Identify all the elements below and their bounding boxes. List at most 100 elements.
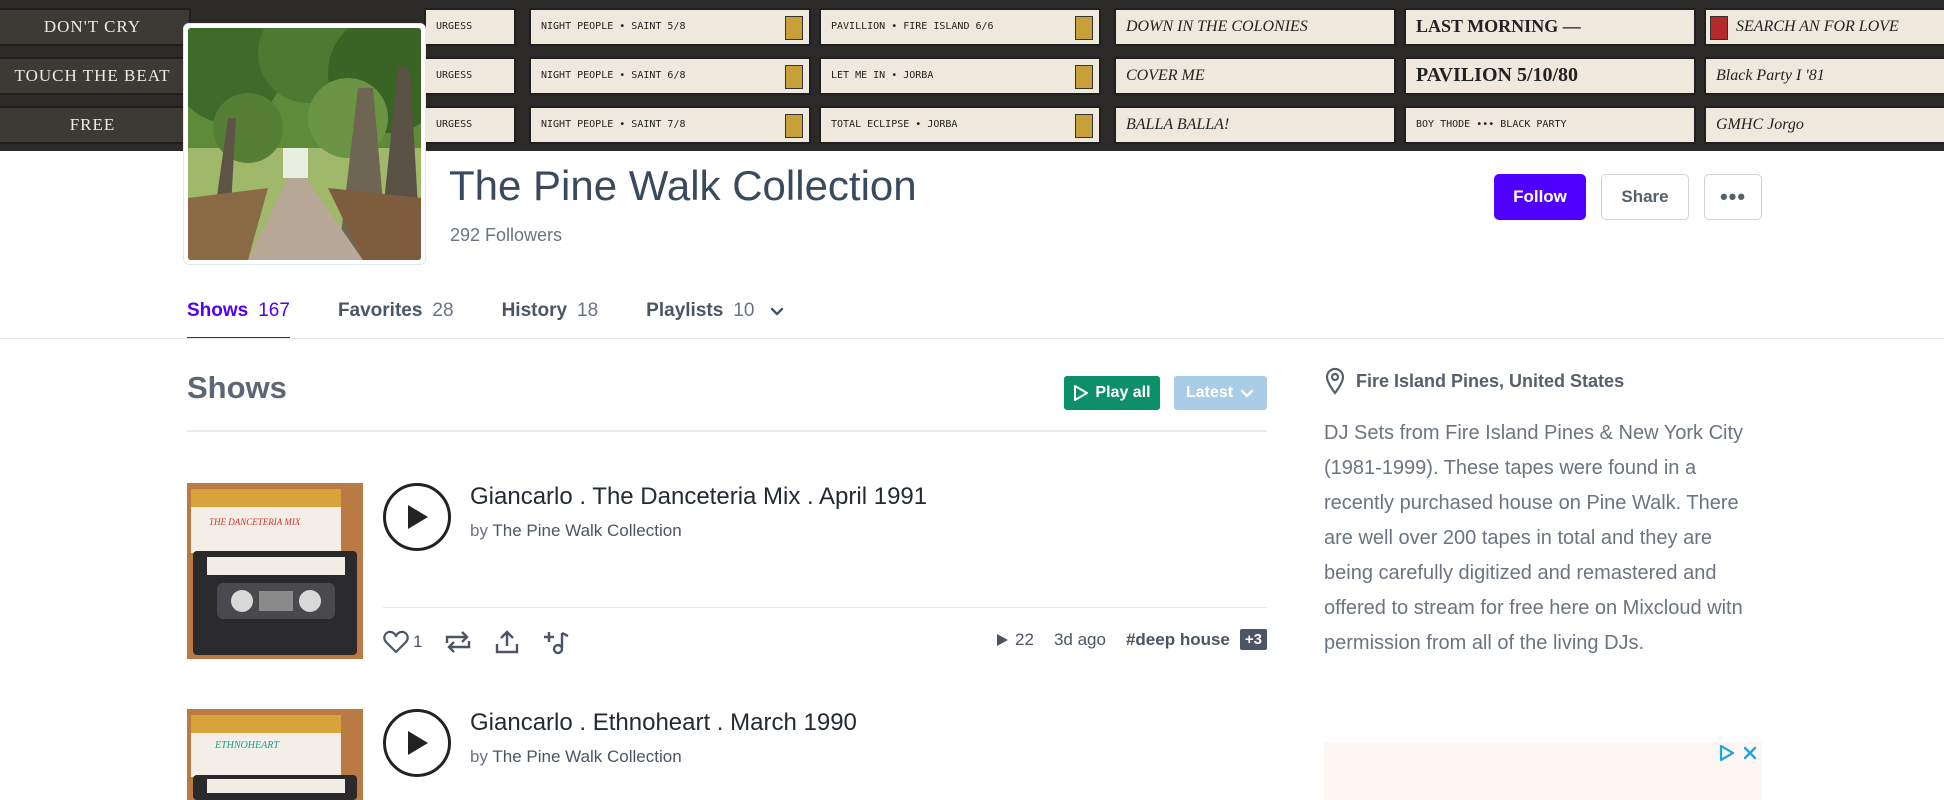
show-title[interactable]: Giancarlo . The Danceteria Mix . April 1… <box>470 483 927 511</box>
tab-count: 28 <box>432 300 454 321</box>
more-options-button[interactable]: ••• <box>1704 174 1762 220</box>
play-icon <box>408 731 428 755</box>
cassette-tape: TOUCH THE BEAT <box>0 56 191 95</box>
cassette-tape: NIGHT PEOPLE • SAINT 6/8 <box>529 56 811 95</box>
profile-picture[interactable] <box>184 24 425 264</box>
play-all-label: Play all <box>1095 384 1151 401</box>
chevron-down-icon <box>1240 389 1254 398</box>
show-owner-link[interactable]: The Pine Walk Collection <box>492 521 681 540</box>
cassette-tape: SEARCH AN FOR LOVE <box>1704 7 1944 46</box>
follower-count[interactable]: 292 Followers <box>450 225 562 246</box>
tab-label: Shows <box>187 300 249 321</box>
tab-label: History <box>501 300 568 321</box>
location-text: Fire Island Pines, United States <box>1356 370 1625 391</box>
ad-choices-icon[interactable] <box>1718 744 1736 762</box>
share-button[interactable]: Share <box>1601 174 1689 220</box>
byline-prefix: by <box>470 521 488 540</box>
tape-stack: DON'T CRY TOUCH THE BEAT FREE <box>0 0 195 151</box>
tab-playlists[interactable]: Playlists 10 <box>646 296 786 326</box>
tab-favorites[interactable]: Favorites 28 <box>338 296 454 326</box>
divider <box>0 338 1944 339</box>
divider <box>187 430 1267 432</box>
tape-label: THE DANCETERIA MIX <box>209 517 301 527</box>
close-icon[interactable] <box>1742 745 1758 761</box>
tab-label: Favorites <box>337 300 423 321</box>
play-count-value: 22 <box>1015 629 1034 649</box>
tab-count: 18 <box>577 300 599 321</box>
tab-shows[interactable]: Shows 167 <box>187 296 290 339</box>
play-button[interactable] <box>383 483 451 551</box>
profile-bio: DJ Sets from Fire Island Pines & New Yor… <box>1324 422 1744 654</box>
show-card: THE DANCETERIA MIX Giancarlo . The Dance… <box>187 483 1267 663</box>
cassette-tape: DOWN IN THE COLONIES <box>1114 7 1396 46</box>
cassette-tape: PAVILION 5/10/80 <box>1404 56 1696 95</box>
ad-controls <box>1718 744 1758 762</box>
show-byline: by The Pine Walk Collection <box>470 747 682 767</box>
show-byline: by The Pine Walk Collection <box>470 521 682 541</box>
show-meta: 22 3d ago #deep house +3 <box>995 629 1267 650</box>
cassette-tape: URGESS <box>424 105 516 144</box>
repost-button[interactable] <box>444 629 472 655</box>
cassette-tape: FREE <box>0 105 191 144</box>
tag-link[interactable]: #deep house <box>1126 630 1230 650</box>
show-owner-link[interactable]: The Pine Walk Collection <box>492 747 681 766</box>
show-artwork[interactable]: THE DANCETERIA MIX <box>187 483 363 659</box>
play-icon <box>1074 385 1089 401</box>
page-title: The Pine Walk Collection <box>449 162 917 209</box>
show-card: ETHNOHEART Giancarlo . Ethnoheart . Marc… <box>187 709 1267 800</box>
show-artwork[interactable]: ETHNOHEART <box>187 709 363 800</box>
cassette-tape: TOTAL ECLIPSE • JORBA <box>819 105 1101 144</box>
cassette-tape: BOY THODE ••• BLACK PARTY <box>1404 105 1696 144</box>
tape-stack: SEARCH AN FOR LOVE Black Party I '81 GMH… <box>1700 0 1944 151</box>
tape-stack: DOWN IN THE COLONIES COVER ME BALLA BALL… <box>1110 0 1400 151</box>
cassette-tape: DON'T CRY <box>0 7 191 46</box>
favorite-button[interactable]: 1 <box>383 630 422 654</box>
location-pin-icon <box>1325 367 1345 395</box>
tape-stack: NIGHT PEOPLE • SAINT 5/8 NIGHT PEOPLE • … <box>525 0 815 151</box>
share-icon <box>496 630 519 654</box>
cassette-artwork <box>187 709 363 800</box>
play-all-button[interactable]: Play all <box>1064 376 1160 410</box>
cassette-tape: COVER ME <box>1114 56 1396 95</box>
section-title: Shows <box>187 370 287 405</box>
more-tags-badge[interactable]: +3 <box>1239 629 1267 650</box>
play-icon <box>997 633 1009 646</box>
cassette-tape: URGESS <box>424 56 516 95</box>
tab-count: 167 <box>258 300 290 321</box>
tree-path-photo <box>188 28 421 260</box>
tape-stack: PAVILLION • FIRE ISLAND 6/6 LET ME IN • … <box>815 0 1105 151</box>
cassette-tape: NIGHT PEOPLE • SAINT 5/8 <box>529 7 811 46</box>
tab-history[interactable]: History 18 <box>502 296 599 326</box>
tape-stack: LAST MORNING — PAVILION 5/10/80 BOY THOD… <box>1400 0 1700 151</box>
cassette-artwork <box>187 483 363 659</box>
repost-icon <box>446 631 471 653</box>
follow-button[interactable]: Follow <box>1494 174 1586 220</box>
chevron-down-icon[interactable] <box>768 302 786 320</box>
play-count: 22 <box>995 630 1034 650</box>
avatar <box>188 28 421 260</box>
sort-select[interactable]: Latest <box>1174 376 1267 410</box>
share-track-button[interactable] <box>494 629 520 655</box>
add-to-playlist-icon <box>544 631 570 655</box>
play-button[interactable] <box>383 709 451 777</box>
location: Fire Island Pines, United States <box>1324 367 1624 395</box>
play-icon <box>408 505 428 529</box>
cassette-tape: LAST MORNING — <box>1404 7 1696 46</box>
heart-icon <box>383 630 409 654</box>
cassette-tape: BALLA BALLA! <box>1114 105 1396 144</box>
byline-prefix: by <box>470 747 488 766</box>
add-to-playlist-button[interactable] <box>542 629 570 655</box>
cassette-tape: LET ME IN • JORBA <box>819 56 1101 95</box>
show-title[interactable]: Giancarlo . Ethnoheart . March 1990 <box>470 709 857 737</box>
cassette-tape: GMHC Jorgo <box>1704 105 1944 144</box>
cassette-tape: URGESS <box>424 7 516 46</box>
cassette-tape: PAVILLION • FIRE ISLAND 6/6 <box>819 7 1101 46</box>
tab-label: Playlists <box>646 300 724 321</box>
cassette-tape: Black Party I '81 <box>1704 56 1944 95</box>
upload-age: 3d ago <box>1053 629 1106 649</box>
tape-stack: URGESS URGESS URGESS <box>420 0 520 151</box>
ad-container <box>1324 742 1762 800</box>
show-actions: 1 <box>383 629 570 655</box>
like-count: 1 <box>413 632 423 651</box>
cassette-tape: NIGHT PEOPLE • SAINT 7/8 <box>529 105 811 144</box>
